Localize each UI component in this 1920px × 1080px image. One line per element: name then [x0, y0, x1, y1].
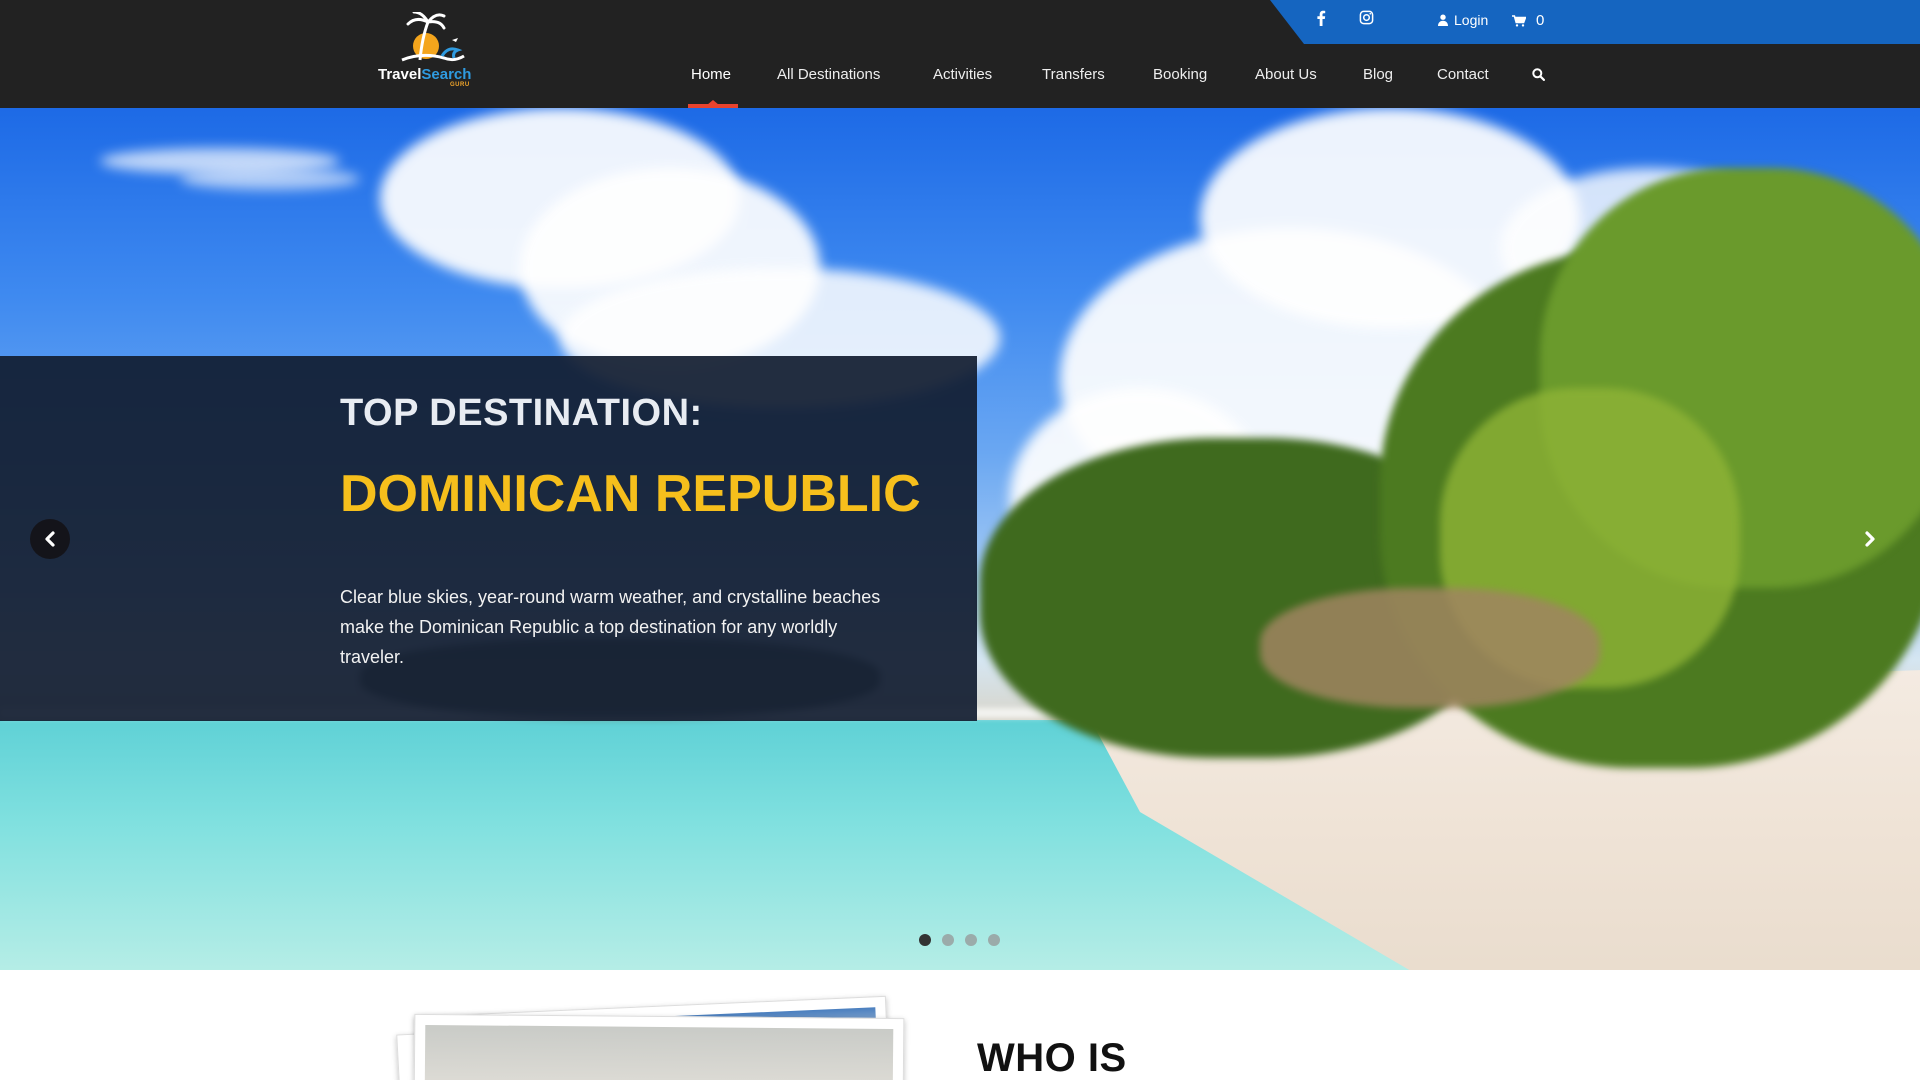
nav-all-destinations[interactable]: All Destinations [777, 66, 880, 83]
facebook-icon[interactable] [1316, 10, 1326, 26]
cart-icon [1512, 14, 1526, 27]
site-logo[interactable]: TravelSearch GURU [374, 12, 484, 92]
slider-pagination [919, 934, 1000, 946]
slide-caption: TOP DESTINATION: DOMINICAN REPUBLIC Clea… [0, 356, 977, 721]
previous-slide-button[interactable] [30, 519, 70, 559]
login-link[interactable]: Login [1438, 12, 1488, 28]
hero-slider: TOP DESTINATION: DOMINICAN REPUBLIC Clea… [0, 108, 1920, 970]
logo-wordmark: TravelSearch [378, 66, 472, 83]
login-label: Login [1454, 12, 1489, 28]
slide-dot-2[interactable] [942, 934, 954, 946]
nav-blog[interactable]: Blog [1363, 66, 1393, 83]
chevron-right-icon [1865, 531, 1875, 547]
nav-contact[interactable]: Contact [1437, 66, 1489, 83]
nav-about-us[interactable]: About Us [1255, 66, 1317, 83]
user-icon [1438, 14, 1448, 26]
palm-sun-logo-icon [401, 12, 465, 62]
about-section: WHO IS [0, 970, 1920, 1080]
slide-dot-1[interactable] [919, 934, 931, 946]
search-icon[interactable] [1532, 68, 1545, 86]
slide-description: Clear blue skies, year-round warm weathe… [340, 587, 881, 667]
section-heading: WHO IS [977, 1036, 1127, 1080]
chevron-left-icon [45, 531, 55, 547]
slide-title: DOMINICAN REPUBLIC [340, 465, 921, 523]
next-slide-button[interactable] [1850, 519, 1890, 559]
site-header: Login 0 TravelSearch GURU Home All Desti… [0, 0, 1920, 108]
nav-transfers[interactable]: Transfers [1042, 66, 1105, 83]
slide-kicker: TOP DESTINATION: [340, 392, 703, 434]
nav-home[interactable]: Home [691, 66, 731, 83]
cart-count: 0 [1536, 12, 1545, 29]
logo-tagline: GURU [450, 82, 470, 88]
active-nav-indicator [688, 104, 738, 108]
nav-activities[interactable]: Activities [933, 66, 992, 83]
cart-link[interactable]: 0 [1512, 12, 1544, 29]
slide-dot-4[interactable] [988, 934, 1000, 946]
slide-dot-3[interactable] [965, 934, 977, 946]
instagram-icon[interactable] [1359, 10, 1374, 25]
nav-booking[interactable]: Booking [1153, 66, 1207, 83]
photo-stack [396, 988, 918, 1080]
